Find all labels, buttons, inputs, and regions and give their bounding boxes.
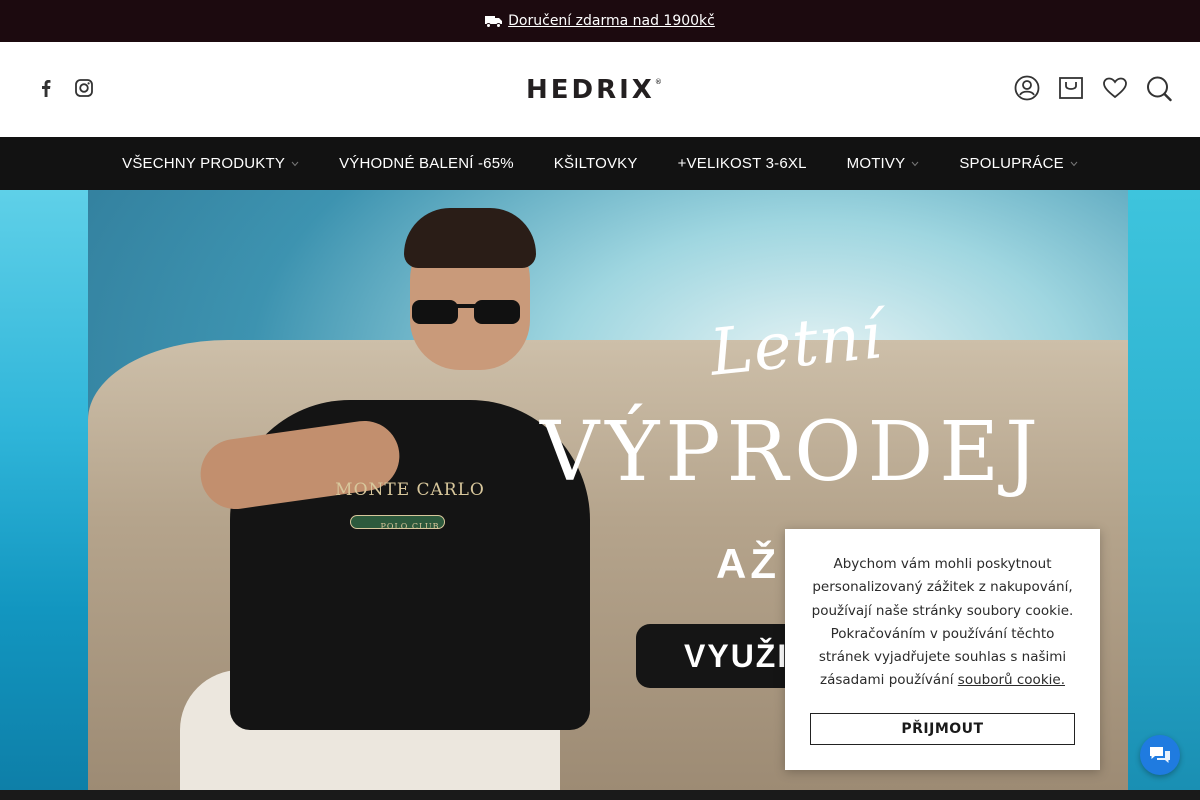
header-actions xyxy=(1014,74,1172,102)
chevron-down-icon xyxy=(291,161,299,166)
truck-icon xyxy=(485,15,503,28)
hero-headline: VÝPRODEJ xyxy=(540,405,1044,500)
hero-prev-slide-peek[interactable] xyxy=(0,190,88,790)
cookie-consent-dialog: Abychom vám mohli poskytnout personalizo… xyxy=(785,529,1100,770)
nav-label: VŠECHNY PRODUKTY xyxy=(122,155,286,172)
logo-text: HEDRIX xyxy=(526,75,655,105)
wishlist-icon[interactable] xyxy=(1102,74,1128,102)
nav-caps[interactable]: KŠILTOVKY xyxy=(534,137,658,190)
free-shipping-link[interactable]: Doručení zdarma nad 1900kč xyxy=(508,13,715,29)
main-nav: VŠECHNY PRODUKTY VÝHODNÉ BALENÍ -65% KŠI… xyxy=(0,137,1200,190)
cookie-message: Abychom vám mohli poskytnout personalizo… xyxy=(809,553,1076,693)
chat-icon xyxy=(1150,747,1170,763)
nav-label: KŠILTOVKY xyxy=(553,155,638,172)
nav-all-products[interactable]: VŠECHNY PRODUKTY xyxy=(102,137,319,190)
social-links xyxy=(36,78,94,98)
cookie-policy-link[interactable]: souborů cookie. xyxy=(958,672,1065,688)
nav-label: VÝHODNÉ BALENÍ -65% xyxy=(339,155,514,172)
search-icon[interactable] xyxy=(1146,74,1172,102)
nav-label: MOTIVY xyxy=(846,155,906,172)
shirt-print: MONTE CARLO POLO CLUB xyxy=(330,480,490,570)
site-logo[interactable]: HEDRIX® xyxy=(526,76,676,104)
chevron-down-icon xyxy=(911,161,919,166)
model-hair-graphic xyxy=(404,208,536,268)
site-header: HEDRIX® xyxy=(0,42,1200,137)
announcement-bar: Doručení zdarma nad 1900kč xyxy=(0,0,1200,42)
nav-motifs[interactable]: MOTIVY xyxy=(827,137,940,190)
shirt-print-bottom: POLO CLUB xyxy=(380,522,440,531)
nav-label: SPOLUPRÁCE xyxy=(959,155,1064,172)
shirt-print-top: MONTE CARLO xyxy=(335,480,485,500)
hero-next-slide-peek[interactable] xyxy=(1128,190,1200,790)
chevron-down-icon xyxy=(1070,161,1078,166)
cookie-message-text: Abychom vám mohli poskytnout personalizo… xyxy=(811,556,1074,689)
logo-registered-mark: ® xyxy=(654,78,662,86)
nav-plus-sizes[interactable]: +VELIKOST 3-6XL xyxy=(658,137,827,190)
chat-button[interactable] xyxy=(1140,735,1180,775)
sunglasses-graphic xyxy=(412,300,520,324)
cart-icon[interactable] xyxy=(1058,74,1084,102)
accept-cookies-button[interactable]: PŘIJMOUT xyxy=(810,713,1075,745)
instagram-icon[interactable] xyxy=(74,78,94,98)
facebook-icon[interactable] xyxy=(36,78,56,98)
hero-subheadline: AŽ xyxy=(716,540,780,587)
nav-label: +VELIKOST 3-6XL xyxy=(677,155,807,172)
bottom-strip xyxy=(0,790,1200,800)
nav-collaboration[interactable]: SPOLUPRÁCE xyxy=(939,137,1098,190)
nav-value-packs[interactable]: VÝHODNÉ BALENÍ -65% xyxy=(319,137,534,190)
account-icon[interactable] xyxy=(1014,74,1040,102)
